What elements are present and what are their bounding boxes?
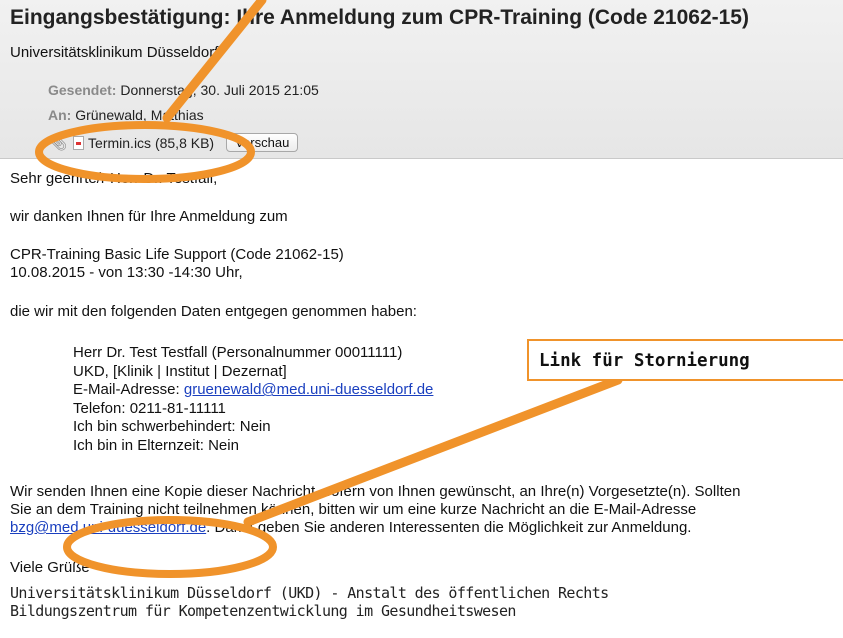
to-label: An: (48, 107, 72, 123)
detail-parental: Ich bin in Elternzeit: Nein (73, 436, 239, 454)
detail-email: E-Mail-Adresse: gruenewald@med.uni-duess… (73, 381, 433, 400)
signature-line-1: Universitätsklinikum Düsseldorf (UKD) - … (10, 584, 609, 602)
signature: Universitätsklinikum Düsseldorf (UKD) - … (10, 584, 609, 620)
notice-line-3: bzg@med.uni-duesseldorf.de. Damit geben … (10, 519, 691, 537)
detail-unit: UKD, [Klinik | Institut | Dezernat] (73, 362, 287, 380)
greeting: Sehr geehrte/r Herr Dr. Testfall, (10, 170, 218, 187)
attachment-row: 📎︎ Termin.ics (85,8 KB) Vorschau (48, 133, 299, 152)
detail-disabled: Ich bin schwerbehindert: Nein (73, 418, 271, 436)
notice-line-2: Sie an dem Training nicht teilnehmen kön… (10, 501, 697, 518)
detail-name: Herr Dr. Test Testfall (Personalnummer 0… (73, 344, 403, 361)
annotation-callout: Link für Stornierung (527, 339, 843, 381)
paperclip-icon: 📎︎ (48, 134, 68, 152)
sent-label: Gesendet: (48, 82, 117, 98)
sent-row: Gesendet: Donnerstag, 30. Juli 2015 21:0… (48, 82, 319, 98)
sent-value: Donnerstag, 30. Juli 2015 21:05 (120, 82, 319, 98)
detail-email-link[interactable]: gruenewald@med.uni-duesseldorf.de (184, 381, 434, 398)
notice-line-3-rest: . Damit geben Sie anderen Interessenten … (206, 519, 692, 536)
signature-line-2: Bildungszentrum für Kompetenzentwicklung… (10, 602, 516, 620)
cancellation-email-link[interactable]: bzg@med.uni-duesseldorf.de (10, 519, 206, 536)
email-sender[interactable]: Universitätsklinikum Düsseldorf (10, 44, 218, 61)
attachment-filename[interactable]: Termin.ics (85,8 KB) (88, 135, 214, 151)
detail-email-label: E-Mail-Adresse: (73, 381, 184, 399)
recipient-value[interactable]: Grünewald, Matthias (75, 107, 203, 123)
course-date: 10.08.2015 - von 13:30 -14:30 Uhr, (10, 264, 243, 281)
ics-file-icon[interactable] (73, 135, 85, 150)
registration-details: Herr Dr. Test Testfall (Personalnummer 0… (73, 344, 433, 456)
email-header: Eingangsbestätigung: Ihre Anmeldung zum … (0, 0, 843, 159)
detail-phone: Telefon: 0211-81-11111 (73, 399, 226, 417)
closing: Viele Grüße (10, 559, 90, 576)
email-subject: Eingangsbestätigung: Ihre Anmeldung zum … (10, 6, 749, 29)
data-intro: die wir mit den folgenden Daten entgegen… (10, 303, 417, 320)
thanks-text: wir danken Ihnen für Ihre Anmeldung zum (10, 208, 288, 225)
notice-line-1: Wir senden Ihnen eine Kopie dieser Nachr… (10, 483, 741, 500)
course-title: CPR-Training Basic Life Support (Code 21… (10, 246, 344, 263)
recipient-row: An: Grünewald, Matthias (48, 107, 204, 123)
preview-button[interactable]: Vorschau (226, 133, 299, 152)
